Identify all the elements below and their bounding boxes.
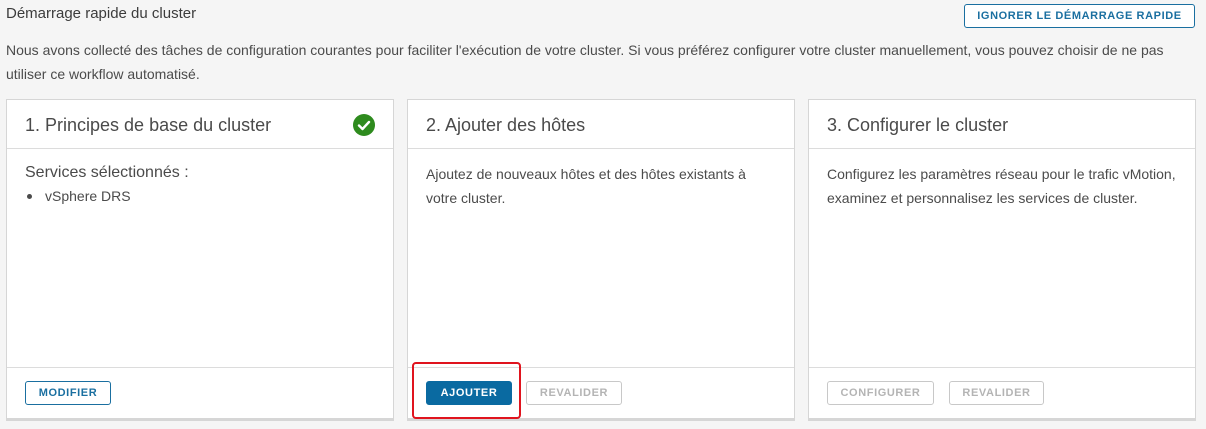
check-circle-icon: [353, 114, 375, 136]
card-header: 1. Principes de base du cluster: [7, 100, 393, 149]
revalidate-button[interactable]: REVALIDER: [526, 381, 622, 405]
revalidate-button[interactable]: REVALIDER: [949, 381, 1044, 405]
card-description: Configurez les paramètres réseau pour le…: [827, 166, 1176, 206]
card-configure-cluster: 3. Configurer le cluster Configurez les …: [808, 99, 1196, 419]
page-title: Démarrage rapide du cluster: [6, 5, 197, 22]
intro-text: Nous avons collecté des tâches de config…: [6, 42, 1164, 82]
card-title: 3. Configurer le cluster: [827, 115, 1009, 135]
card-footer: MODIFIER: [7, 367, 393, 418]
card-header: 3. Configurer le cluster: [809, 100, 1195, 149]
services-label: Services sélectionnés :: [25, 164, 189, 181]
card-footer: AJOUTER REVALIDER: [408, 367, 794, 418]
skip-quickstart-button[interactable]: IGNORER LE DÉMARRAGE RAPIDE: [964, 4, 1195, 28]
edit-button[interactable]: MODIFIER: [25, 381, 111, 405]
card-footer: CONFIGURER REVALIDER: [809, 367, 1195, 418]
configure-button[interactable]: CONFIGURER: [827, 381, 934, 405]
card-add-hosts: 2. Ajouter des hôtes Ajoutez de nouveaux…: [407, 99, 795, 419]
card-body: Services sélectionnés : vSphere DRS: [25, 162, 377, 206]
bullet-icon: [27, 194, 32, 199]
service-list: vSphere DRS: [25, 186, 377, 206]
add-button[interactable]: AJOUTER: [426, 381, 512, 405]
card-body: Ajoutez de nouveaux hôtes et des hôtes e…: [426, 162, 778, 210]
card-title: 2. Ajouter des hôtes: [426, 115, 586, 135]
card-body: Configurez les paramètres réseau pour le…: [827, 162, 1179, 210]
card-description: Ajoutez de nouveaux hôtes et des hôtes e…: [426, 166, 746, 206]
list-item: vSphere DRS: [25, 186, 377, 206]
card-cluster-basics: 1. Principes de base du cluster Services…: [6, 99, 394, 419]
card-title: 1. Principes de base du cluster: [25, 115, 272, 135]
card-header: 2. Ajouter des hôtes: [408, 100, 794, 149]
service-name: vSphere DRS: [45, 188, 131, 204]
